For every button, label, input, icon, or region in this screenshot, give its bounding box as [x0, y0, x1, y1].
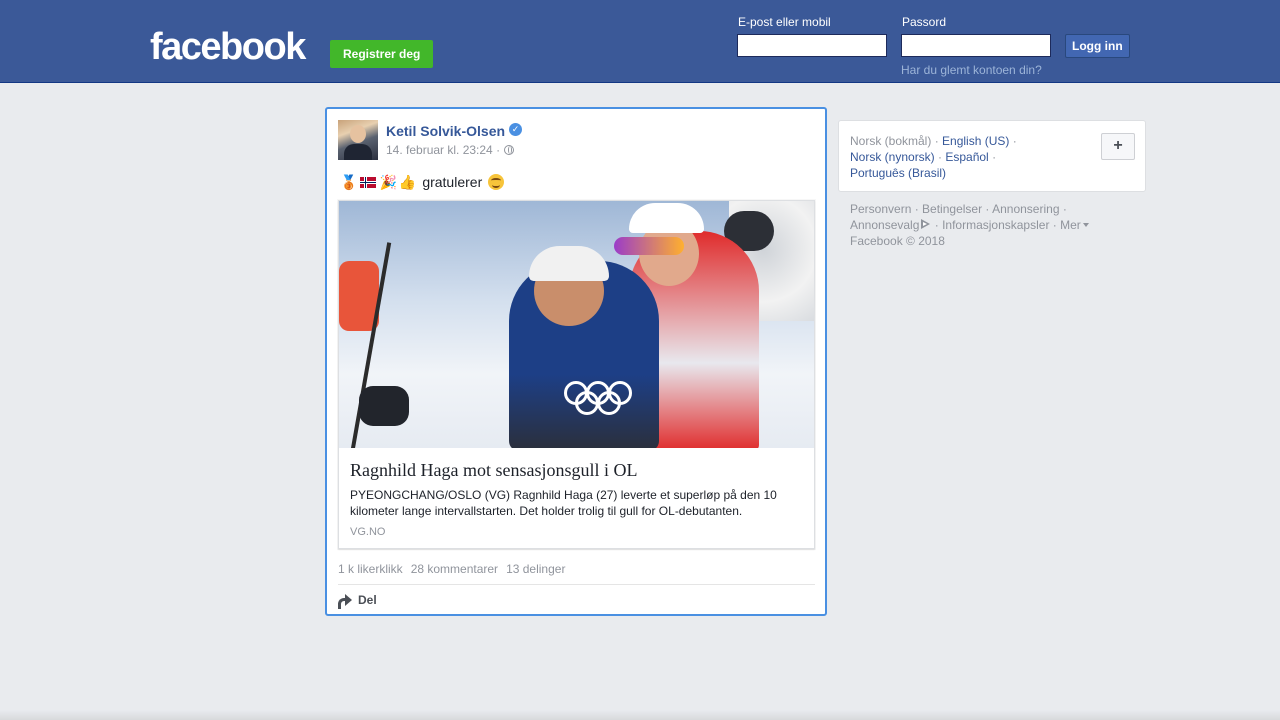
medal-emoji-icon: 🥉	[340, 174, 358, 190]
language-option-spanish[interactable]: Español	[945, 150, 988, 164]
party-popper-icon: 🎉	[379, 174, 397, 190]
link-preview[interactable]: Ragnhild Haga mot sensasjonsgull i OL PY…	[338, 200, 815, 549]
post-card: Ketil Solvik-Olsen ✓ 14. februar kl. 23:…	[325, 107, 827, 616]
caret-down-icon	[1082, 223, 1089, 227]
language-selector: Norsk (bokmål) · English (US) · Norsk (n…	[838, 120, 1146, 192]
post-author[interactable]: Ketil Solvik-Olsen	[386, 123, 505, 139]
share-label: Del	[358, 593, 377, 607]
post-message-text: gratulerer	[422, 174, 483, 190]
language-option-english[interactable]: English (US)	[942, 134, 1009, 148]
post-meta: 14. februar kl. 23:24 ·	[386, 143, 515, 157]
post-stats: 1 k likerklikk 28 kommentarer 13 delinge…	[338, 562, 565, 576]
adchoices-label: Annonsevalg	[850, 218, 920, 232]
password-field[interactable]	[901, 34, 1051, 57]
comments-count[interactable]: 28 kommentarer	[411, 562, 498, 576]
footer-link-more[interactable]: Mer	[1060, 218, 1089, 232]
current-language: Norsk (bokmål)	[850, 134, 932, 148]
likes-count[interactable]: 1 k likerklikk	[338, 562, 403, 576]
language-option-portuguese[interactable]: Português (Brasil)	[850, 166, 946, 180]
footer-link-adchoices[interactable]: Annonsevalg	[850, 218, 931, 232]
email-label: E-post eller mobil	[738, 15, 831, 29]
more-label: Mer	[1060, 218, 1081, 232]
post-timestamp[interactable]: 14. februar kl. 23:24 ·	[386, 143, 500, 157]
share-arrow-icon	[338, 594, 352, 609]
forgot-account-link[interactable]: Har du glemt kontoen din?	[901, 63, 1042, 77]
shares-count[interactable]: 13 delinger	[506, 562, 565, 576]
footer-link-terms[interactable]: Betingelser	[922, 202, 982, 216]
footer-link-privacy[interactable]: Personvern	[850, 202, 911, 216]
link-preview-source: VG.NO	[350, 526, 386, 538]
thumbs-up-icon: 👍	[398, 174, 417, 190]
copyright: Facebook © 2018	[850, 234, 945, 248]
password-label: Passord	[902, 15, 947, 29]
footer-link-cookies[interactable]: Informasjonskapsler	[942, 218, 1049, 232]
share-button[interactable]: Del	[338, 593, 377, 609]
facebook-logo[interactable]: facebook	[150, 27, 306, 67]
bottom-shadow	[0, 710, 1280, 720]
footer: Personvern · Betingelser · Annonsering ·…	[850, 201, 1140, 249]
link-preview-description: PYEONGCHANG/OSLO (VG) Ragnhild Haga (27)…	[350, 488, 777, 518]
language-option-nynorsk[interactable]: Norsk (nynorsk)	[850, 150, 935, 164]
link-preview-image[interactable]	[339, 201, 814, 448]
globe-icon[interactable]	[504, 145, 515, 155]
language-list: Norsk (bokmål) · English (US) · Norsk (n…	[850, 134, 1017, 180]
email-field[interactable]	[737, 34, 887, 57]
post-message: 🥉 🎉 👍 gratulerer	[340, 174, 505, 190]
divider	[338, 584, 815, 585]
verified-badge-icon: ✓	[509, 123, 522, 136]
avatar[interactable]	[338, 120, 378, 160]
smiling-face-icon	[488, 174, 505, 190]
login-button[interactable]: Logg inn	[1065, 34, 1130, 58]
adchoices-icon	[921, 219, 931, 229]
norway-flag-icon	[360, 176, 377, 188]
top-bar: facebook Registrer deg E-post eller mobi…	[0, 0, 1280, 83]
add-language-button[interactable]: +	[1101, 133, 1135, 160]
footer-link-advertising[interactable]: Annonsering	[992, 202, 1059, 216]
link-preview-title[interactable]: Ragnhild Haga mot sensasjonsgull i OL	[350, 460, 637, 481]
register-button[interactable]: Registrer deg	[330, 40, 434, 68]
